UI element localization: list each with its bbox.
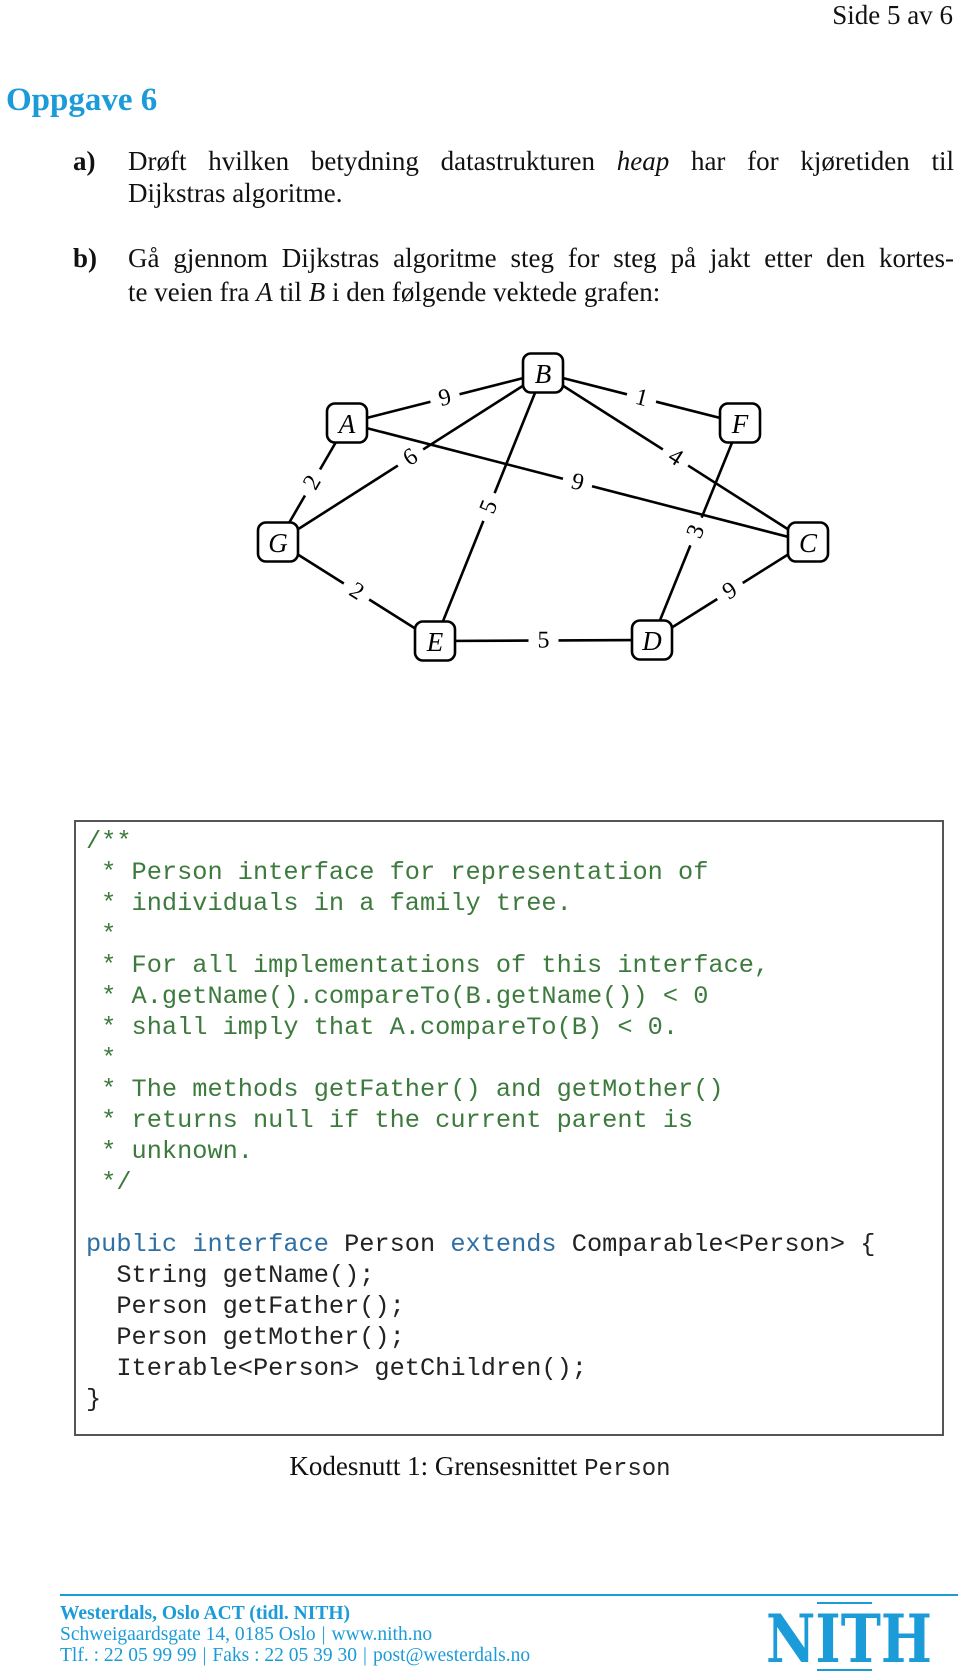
- node-B: B: [521, 352, 565, 394]
- code-comment: /**: [86, 827, 132, 856]
- code-line: * individuals in a family tree.: [86, 888, 875, 919]
- code-line: Iterable<Person> getChildren();: [86, 1353, 875, 1384]
- code-comment: * shall imply that A.compareTo(B) < 0.: [86, 1013, 679, 1042]
- code-line: * A.getName().compareTo(B.getName()) < 0: [86, 981, 875, 1012]
- edge-B-E: 5: [433, 372, 545, 642]
- footer-separator: |: [321, 1624, 326, 1645]
- code-line: }: [86, 1384, 875, 1415]
- edge-F-D: 3: [650, 422, 742, 641]
- footer-email-link[interactable]: post@westerdals.no: [373, 1645, 530, 1666]
- weighted-graph: 9 2 9 6 5 1 4 3 2 5 9 A B C D E F G: [256, 352, 830, 662]
- edge-B-F: 1: [542, 371, 741, 425]
- node-E: E: [413, 620, 457, 662]
- code-line: *: [86, 1043, 875, 1074]
- edge-G-E: 2: [277, 540, 436, 643]
- code-text: Comparable<Person> {: [556, 1230, 876, 1259]
- edge-weight-label: 9: [568, 468, 586, 496]
- footer-address: Schweigaardsgate 14, 0185 Oslo: [60, 1624, 316, 1645]
- node-D: D: [630, 619, 674, 661]
- code-comment: * The methods getFather() and getMother(…: [86, 1075, 724, 1104]
- code-line: Person getMother();: [86, 1322, 875, 1353]
- code-caption: Kodesnutt 1: Grensesnittet Person: [0, 1450, 960, 1486]
- code-line: * Person interface for representation of: [86, 857, 875, 888]
- edge-weight-label: 9: [436, 384, 454, 412]
- code-text: String getName();: [86, 1261, 375, 1290]
- footer-phone-line: Tlf. : 22 05 99 99 | Faks : 22 05 39 30 | po…: [60, 1645, 530, 1666]
- footer-contact: Westerdals, Oslo ACT (tidl. NITH) Schwei…: [60, 1603, 530, 1666]
- code-line: * For all implementations of this interf…: [86, 950, 875, 981]
- nith-logo: NITH: [766, 1600, 932, 1672]
- edge-weight-label: 1: [632, 384, 650, 412]
- code-text: Person getFather();: [86, 1292, 405, 1321]
- edge-weight-label: 6: [398, 443, 422, 471]
- code-keyword: extends: [450, 1230, 557, 1259]
- code-comment: */: [86, 1168, 132, 1197]
- code-line: *: [86, 919, 875, 950]
- code-comment: * returns null if the current parent is: [86, 1106, 694, 1135]
- code-text: Iterable<Person> getChildren();: [86, 1354, 587, 1383]
- edge-weight-label: 3: [682, 521, 711, 542]
- logo-text: NITH: [766, 1600, 932, 1672]
- caption-text: Kodesnutt 1: Grensesnittet: [289, 1451, 585, 1481]
- edge-G-B: 6: [277, 371, 544, 544]
- code-line: String getName();: [86, 1260, 875, 1291]
- code-comment: * A.getName().compareTo(B.getName()) < 0: [86, 982, 709, 1011]
- footer-website-link[interactable]: www.nith.no: [332, 1624, 433, 1645]
- node-label: B: [535, 359, 552, 389]
- node-label: E: [426, 627, 444, 657]
- edge-weight-label: 2: [298, 471, 327, 494]
- node-A: A: [325, 402, 369, 444]
- edge-A-B: 9: [346, 371, 544, 425]
- edge-weight-label: 9: [718, 577, 742, 605]
- node-label: A: [337, 409, 356, 439]
- code-line: * unknown.: [86, 1136, 875, 1167]
- node-label: C: [799, 528, 818, 558]
- graph-nodes: A B C D E F G: [256, 352, 830, 662]
- code-line: /**: [86, 826, 875, 857]
- footer-fax: Faks : 22 05 39 30: [212, 1645, 358, 1666]
- code-comment: * individuals in a family tree.: [86, 889, 572, 918]
- code-line: * The methods getFather() and getMother(…: [86, 1074, 875, 1105]
- code-comment: * For all implementations of this interf…: [86, 951, 770, 980]
- node-F: F: [718, 402, 762, 444]
- code-comment: *: [86, 1044, 117, 1073]
- edge-weight-label: 4: [663, 443, 687, 471]
- node-G: G: [256, 521, 300, 563]
- code-text: }: [86, 1385, 102, 1414]
- code-comment: * unknown.: [86, 1137, 253, 1166]
- edge-weight-label: 5: [475, 497, 504, 518]
- edge-E-D: 5: [434, 627, 653, 654]
- code-line: public interface Person extends Comparab…: [86, 1229, 875, 1260]
- footer-separator: |: [363, 1645, 367, 1666]
- edge-D-C: 9: [651, 540, 809, 642]
- footer-organization: Westerdals, Oslo ACT (tidl. NITH): [60, 1603, 350, 1624]
- code-text: Person getMother();: [86, 1323, 405, 1352]
- node-label: G: [268, 528, 288, 558]
- code-line: */: [86, 1167, 875, 1198]
- edge-weight-label: 2: [344, 577, 368, 605]
- node-label: D: [641, 626, 662, 656]
- edge-weight-label: 5: [537, 627, 549, 653]
- code-snippet: /** * Person interface for representatio…: [86, 826, 875, 1415]
- code-line: * shall imply that A.compareTo(B) < 0.: [86, 1012, 875, 1043]
- edge-segment: [346, 421, 564, 481]
- code-line: * returns null if the current parent is: [86, 1105, 875, 1136]
- code-line: Person getFather();: [86, 1291, 875, 1322]
- footer-phone: Tlf. : 22 05 99 99: [60, 1645, 197, 1666]
- node-C: C: [786, 521, 830, 563]
- code-comment: * Person interface for representation of: [86, 858, 709, 887]
- footer-divider: [60, 1594, 958, 1596]
- footer-separator: |: [202, 1645, 207, 1666]
- edge-B-C: 4: [542, 371, 809, 544]
- code-comment: *: [86, 920, 117, 949]
- code-keyword: public interface: [86, 1230, 329, 1259]
- caption-code: Person: [584, 1456, 671, 1483]
- code-text: Person: [328, 1230, 451, 1259]
- node-label: F: [731, 409, 749, 439]
- footer-address-line: Schweigaardsgate 14, 0185 Oslo | www.nith.…: [60, 1624, 530, 1645]
